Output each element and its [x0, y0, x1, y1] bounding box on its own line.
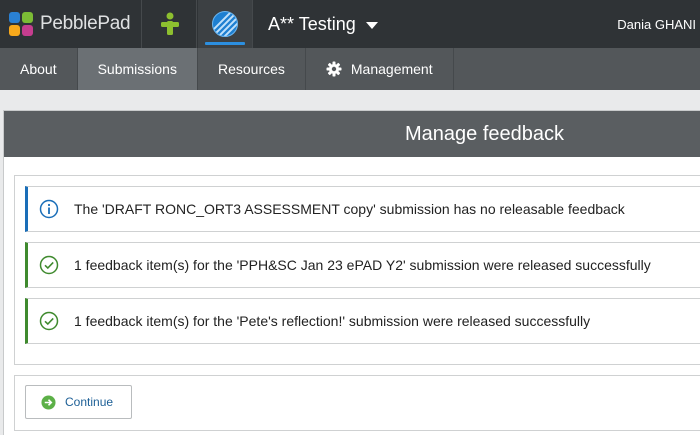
- workspace-selector[interactable]: A** Testing: [268, 0, 378, 48]
- message-text: The 'DRAFT RONC_ORT3 ASSESSMENT copy' su…: [74, 201, 625, 217]
- info-message: The 'DRAFT RONC_ORT3 ASSESSMENT copy' su…: [25, 186, 700, 232]
- pebblepad-logo-icon: [9, 11, 34, 37]
- tab-management[interactable]: Management: [306, 48, 454, 90]
- continue-button[interactable]: Continue: [25, 385, 132, 419]
- arrow-right-circle-icon: [41, 394, 56, 410]
- tab-about[interactable]: About: [0, 48, 78, 90]
- atlas-globe-icon: [212, 11, 238, 37]
- info-circle-icon: [39, 199, 59, 219]
- message-text: 1 feedback item(s) for the 'PPH&SC Jan 2…: [74, 257, 651, 273]
- actions-bar: Continue: [14, 375, 700, 431]
- workspace-button[interactable]: [198, 0, 253, 48]
- tab-label: Submissions: [97, 61, 177, 77]
- manage-feedback-panel: Manage feedback The 'DRAFT RONC_ORT3 ASS…: [3, 110, 700, 435]
- check-circle-icon: [39, 311, 59, 331]
- workspace-title: A** Testing: [268, 13, 356, 34]
- check-circle-icon: [39, 255, 59, 275]
- workspace-nav: About Submissions Resources Management: [0, 48, 700, 90]
- results-box: The 'DRAFT RONC_ORT3 ASSESSMENT copy' su…: [14, 175, 700, 365]
- tab-resources[interactable]: Resources: [198, 48, 306, 90]
- person-icon: [160, 12, 179, 35]
- tab-label: Resources: [217, 61, 285, 77]
- panel-header: Manage feedback: [4, 111, 700, 157]
- page-title: Manage feedback: [405, 122, 565, 145]
- gear-icon: [326, 61, 342, 77]
- top-bar: PebblePad A** Testing Dania GHANI: [0, 0, 700, 48]
- home-button[interactable]: [143, 0, 197, 48]
- brand-name: PebblePad: [40, 13, 131, 34]
- pebblepad-logo[interactable]: PebblePad: [0, 0, 142, 48]
- success-message: 1 feedback item(s) for the 'PPH&SC Jan 2…: [25, 242, 700, 288]
- tab-submissions[interactable]: Submissions: [77, 48, 198, 90]
- message-text: 1 feedback item(s) for the 'Pete's refle…: [74, 313, 591, 329]
- tab-label: About: [20, 61, 57, 77]
- success-message: 1 feedback item(s) for the 'Pete's refle…: [25, 298, 700, 344]
- caret-down-icon: [365, 21, 378, 29]
- tab-label: Management: [350, 61, 433, 77]
- user-name: Dania GHANI: [617, 16, 696, 32]
- user-menu[interactable]: Dania GHANI: [617, 0, 696, 48]
- continue-label: Continue: [65, 395, 114, 409]
